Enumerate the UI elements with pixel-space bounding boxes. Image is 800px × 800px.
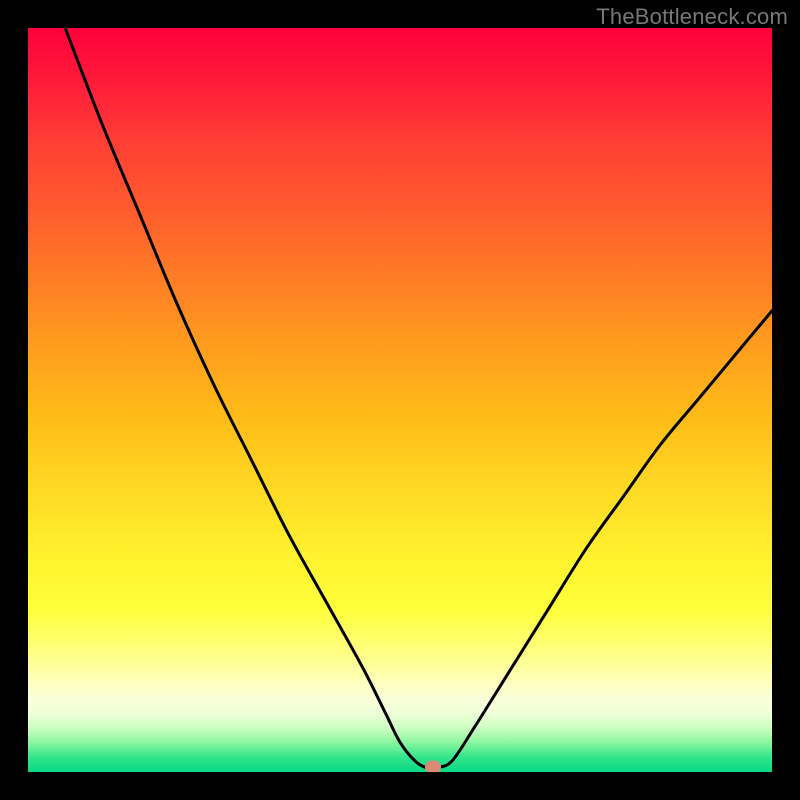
chart-frame: TheBottleneck.com [0, 0, 800, 800]
heat-gradient [28, 28, 772, 772]
watermark-text: TheBottleneck.com [596, 4, 788, 30]
plot-area [28, 28, 772, 772]
optimal-marker-icon [425, 760, 441, 772]
